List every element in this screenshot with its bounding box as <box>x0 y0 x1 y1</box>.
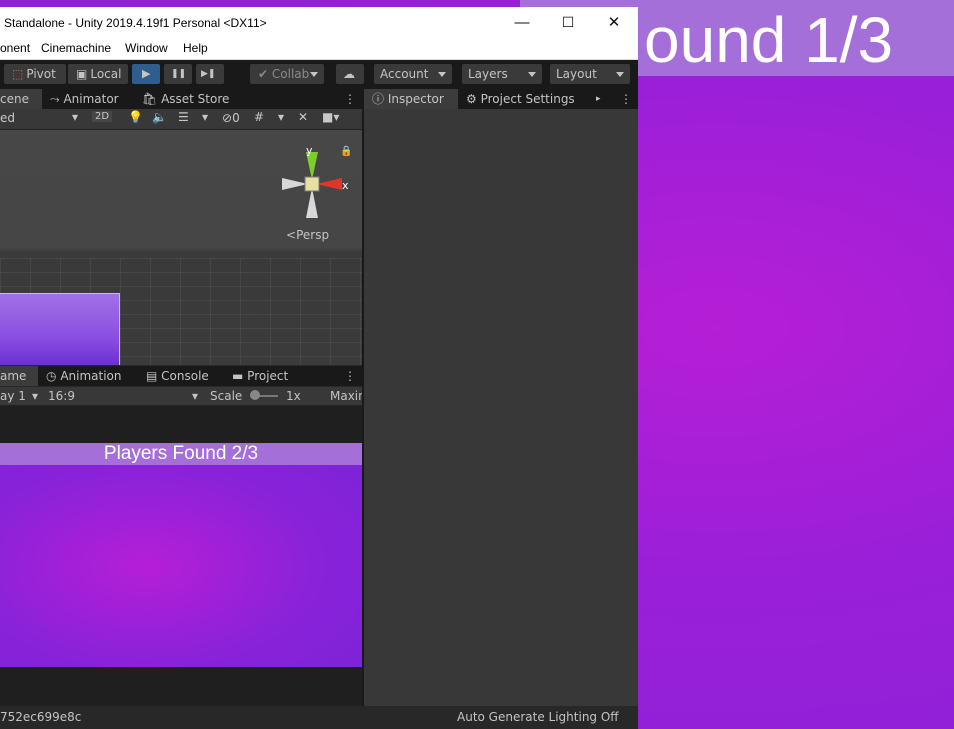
tab-asset-store-label: Asset Store <box>161 92 230 106</box>
eye-off-icon: ⊘ <box>222 111 233 125</box>
audio-icon[interactable]: 🔈 <box>152 110 167 124</box>
status-message: 752ec699e8c <box>0 710 82 724</box>
inspector-menu-icon[interactable]: ⋮ <box>620 89 632 109</box>
scene-view[interactable]: 🔒 y x <Persp <box>0 130 362 365</box>
pivot-label: Pivot <box>26 67 56 81</box>
status-bar: 752ec699e8c Auto Generate Lighting Off <box>0 706 638 729</box>
folder-icon: ▬ <box>232 369 244 383</box>
game-menu-icon[interactable]: ⋮ <box>344 366 356 386</box>
2d-toggle[interactable]: 2D <box>92 111 113 122</box>
tab-console-label: Console <box>161 369 209 383</box>
shading-mode-dropdown[interactable]: ed <box>0 111 15 125</box>
hidden-count: 0 <box>232 111 240 125</box>
lighting-status[interactable]: Auto Generate Lighting Off <box>457 706 619 729</box>
game-screen: Players Found 2/3 <box>0 443 362 667</box>
scale-label: Scale <box>210 389 243 403</box>
hidden-objects-toggle[interactable]: ⊘0 <box>222 111 240 125</box>
tab-scene[interactable]: cene <box>0 89 42 109</box>
minimize-button[interactable]: — <box>499 7 545 38</box>
tab-animation[interactable]: ◷ Animation <box>46 366 122 386</box>
step-button[interactable]: ▶❚ <box>196 64 224 84</box>
tab-animation-label: Animation <box>60 369 122 383</box>
layout-dropdown[interactable]: Layout <box>550 64 630 84</box>
local-label: Local <box>90 67 122 81</box>
tab-project-settings-label: Project Settings <box>480 92 575 106</box>
title-bar: Standalone - Unity 2019.4.19f1 Personal … <box>0 7 638 38</box>
tools-icon[interactable]: ✕ <box>298 110 308 124</box>
layers-dropdown[interactable]: Layers <box>462 64 542 84</box>
local-button[interactable]: ▣ Local <box>68 64 128 84</box>
maximize-on-play-toggle[interactable]: Maxin <box>330 389 366 403</box>
tab-asset-store[interactable]: 🛍 Asset Store <box>142 89 229 109</box>
collab-label: Collab <box>271 67 310 81</box>
tab-project-label: Project <box>247 369 289 383</box>
tab-inspector[interactable]: ⓘ Inspector <box>364 89 458 109</box>
scale-value: 1x <box>286 389 301 403</box>
menu-cinemachine[interactable]: Cinemachine <box>41 41 111 55</box>
cloud-icon: ☁ <box>343 67 355 81</box>
lighting-icon[interactable]: 💡 <box>128 110 143 124</box>
maximize-button[interactable]: ☐ <box>545 7 591 38</box>
window-title: Standalone - Unity 2019.4.19f1 Personal … <box>4 16 267 30</box>
display-dropdown[interactable]: ay 1 <box>0 389 26 403</box>
grid-chevron-icon[interactable]: ▾ <box>278 110 284 124</box>
settings-gear-icon: ⚙ <box>466 92 477 106</box>
game-toolbar: ay 1 ▾ 16:9 ▾ Scale 1x Maxin <box>0 387 366 406</box>
collab-dropdown[interactable]: ✔ Collab <box>250 64 324 84</box>
console-icon: ▤ <box>146 369 158 383</box>
collab-check-icon: ✔ <box>258 67 269 81</box>
menu-component[interactable]: onent <box>0 41 30 55</box>
scene-game-object[interactable] <box>0 293 120 365</box>
pivot-icon: ⬚ <box>12 67 24 81</box>
players-found-text: ound 1/3 <box>644 4 894 76</box>
game-tab-row: ame ◷ Animation ▤ Console ▬ Project ⋮ <box>0 366 362 386</box>
main-toolbar: ⬚ Pivot ▣ Local ▶ ❚❚ ▶❚ ✔ Collab ☁ Account… <box>0 60 638 89</box>
scene-menu-icon[interactable]: ⋮ <box>344 89 356 109</box>
store-icon: 🛍 <box>142 92 158 106</box>
display-chevron-icon: ▾ <box>32 389 39 403</box>
game-view[interactable]: Players Found 2/3 <box>0 406 362 706</box>
tab-console[interactable]: ▤ Console <box>146 366 209 386</box>
tab-animator-label: Animator <box>63 92 119 106</box>
menu-window[interactable]: Window <box>125 41 168 55</box>
tab-inspector-label: Inspector <box>387 92 444 106</box>
persp-chevron-icon: < <box>286 228 297 242</box>
tab-project-settings[interactable]: ⚙ Project Settings <box>466 89 575 109</box>
aspect-chevron-icon: ▾ <box>192 389 199 403</box>
account-dropdown[interactable]: Account <box>374 64 452 84</box>
pivot-button[interactable]: ⬚ Pivot <box>4 64 66 84</box>
effects-icon[interactable]: ☰ <box>178 110 189 124</box>
tab-animator[interactable]: ⤳ Animator <box>50 89 119 109</box>
unity-editor-window: Standalone - Unity 2019.4.19f1 Personal … <box>0 7 638 729</box>
cloud-button[interactable]: ☁ <box>336 64 364 84</box>
menu-help[interactable]: Help <box>183 41 208 55</box>
camera-icon[interactable]: ■▾ <box>322 110 339 124</box>
aspect-dropdown[interactable]: 16:9 <box>48 389 75 403</box>
inspector-tab-row: ⓘ Inspector ⚙ Project Settings ▸ ⋮ <box>364 89 638 109</box>
game-banner-text: Players Found 2/3 <box>0 443 362 465</box>
gizmo-x-label: x <box>342 179 349 192</box>
persp-label: Persp <box>296 228 330 242</box>
pause-button[interactable]: ❚❚ <box>164 64 192 84</box>
close-button[interactable]: ✕ <box>591 7 637 38</box>
shading-chevron-icon: ▾ <box>72 110 79 124</box>
persp-toggle[interactable]: <Persp <box>286 228 329 242</box>
inspector-panel <box>364 109 638 706</box>
animator-icon: ⤳ <box>50 92 60 106</box>
tab-scroll-icon[interactable]: ▸ <box>596 89 601 109</box>
scale-slider-handle[interactable] <box>250 390 260 400</box>
gizmo-y-label: y <box>306 144 313 157</box>
animation-icon: ◷ <box>46 369 57 383</box>
scene-tab-row: cene ⤳ Animator 🛍 Asset Store ⋮ <box>0 89 362 109</box>
effects-chevron-icon[interactable]: ▾ <box>202 110 208 124</box>
tab-game[interactable]: ame <box>0 366 38 386</box>
play-button[interactable]: ▶ <box>132 64 160 84</box>
cube-icon: ▣ <box>76 67 88 81</box>
scene-toolbar: ed ▾ 2D 💡 🔈 ☰ ▾ ⊘0 # ▾ ✕ ■▾ <box>0 109 362 130</box>
tab-project[interactable]: ▬ Project <box>232 366 288 386</box>
grid-icon[interactable]: # <box>254 110 264 124</box>
menu-bar: onent Cinemachine Window Help <box>0 38 638 60</box>
info-icon: ⓘ <box>372 92 385 106</box>
